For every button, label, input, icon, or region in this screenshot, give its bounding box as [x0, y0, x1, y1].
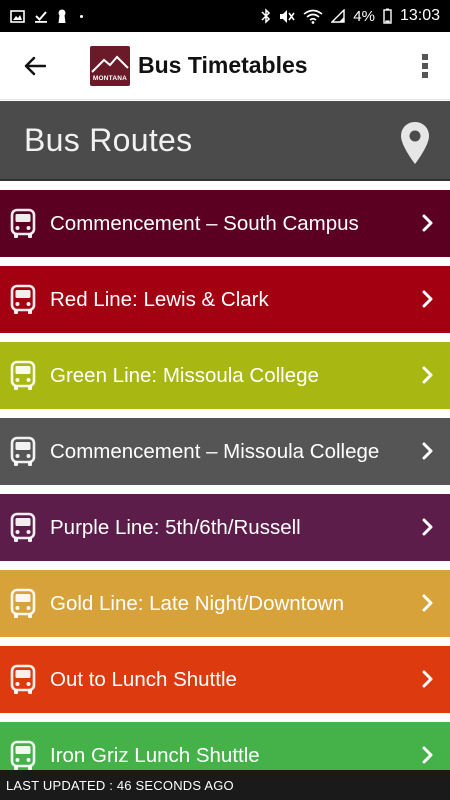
chevron-right-icon [422, 214, 434, 232]
chevron-right-icon [422, 594, 434, 612]
back-button[interactable] [0, 32, 70, 100]
notification-icons [10, 9, 83, 24]
bus-icon [0, 664, 46, 696]
route-item[interactable]: Commencement – South Campus [0, 190, 450, 257]
route-item[interactable]: Purple Line: 5th/6th/Russell [0, 494, 450, 561]
routes-header: Bus Routes [0, 101, 450, 181]
image-icon [10, 9, 25, 23]
download-done-icon [35, 11, 47, 23]
last-updated-text: LAST UPDATED : 46 SECONDS AGO [6, 777, 234, 793]
status-bar: 4% 13:03 [0, 0, 450, 32]
bus-icon [0, 208, 46, 240]
last-updated-bar: LAST UPDATED : 46 SECONDS AGO [0, 770, 450, 800]
bus-icon [0, 436, 46, 468]
chevron-right-icon [422, 518, 434, 536]
map-pin-button[interactable] [400, 121, 430, 165]
chevron-right-icon [422, 670, 434, 688]
mute-icon [280, 9, 295, 23]
clock: 13:03 [399, 7, 440, 24]
chevron-right-icon [422, 366, 434, 384]
bus-icon [0, 740, 46, 772]
route-label: Gold Line: Late Night/Downtown [50, 591, 345, 615]
arrow-left-icon [24, 56, 46, 75]
route-item[interactable]: Commencement – Missoula College [0, 418, 450, 485]
wifi-icon [303, 9, 323, 24]
route-label: Iron Griz Lunch Shuttle [50, 743, 260, 767]
signal-icon [331, 9, 345, 23]
chevron-right-icon [422, 442, 434, 460]
chevron-right-icon [422, 746, 434, 764]
bus-icon [0, 512, 46, 544]
bus-icon [0, 360, 46, 392]
app-title: Bus Timetables [138, 52, 308, 78]
dot-icon [80, 14, 83, 18]
route-item[interactable]: Red Line: Lewis & Clark [0, 266, 450, 333]
route-item[interactable]: Gold Line: Late Night/Downtown [0, 570, 450, 637]
route-label: Green Line: Missoula College [50, 363, 319, 387]
page-title: Bus Routes [24, 121, 193, 158]
route-item[interactable]: Out to Lunch Shuttle [0, 646, 450, 713]
route-label: Purple Line: 5th/6th/Russell [50, 515, 301, 539]
bus-icon [0, 284, 46, 316]
route-item[interactable]: Green Line: Missoula College [0, 342, 450, 409]
battery-icon [383, 8, 392, 24]
battery-percent: 4% [353, 7, 375, 25]
logo-text: MONTANA [92, 74, 128, 82]
keyhole-icon [58, 9, 66, 23]
chevron-right-icon [422, 290, 434, 308]
bus-icon [0, 588, 46, 620]
app-bar: MONTANA Bus Timetables [0, 32, 450, 100]
route-label: Commencement – South Campus [50, 211, 359, 235]
bluetooth-icon [261, 8, 271, 24]
overflow-menu-button[interactable] [400, 32, 450, 100]
route-label: Red Line: Lewis & Clark [50, 287, 269, 311]
montana-logo: MONTANA [90, 45, 130, 86]
system-icons: 4% 13:03 [261, 7, 440, 25]
map-pin-icon [401, 122, 429, 164]
route-label: Out to Lunch Shuttle [50, 667, 237, 691]
route-label: Commencement – Missoula College [50, 439, 380, 463]
more-vertical-icon [422, 53, 428, 78]
